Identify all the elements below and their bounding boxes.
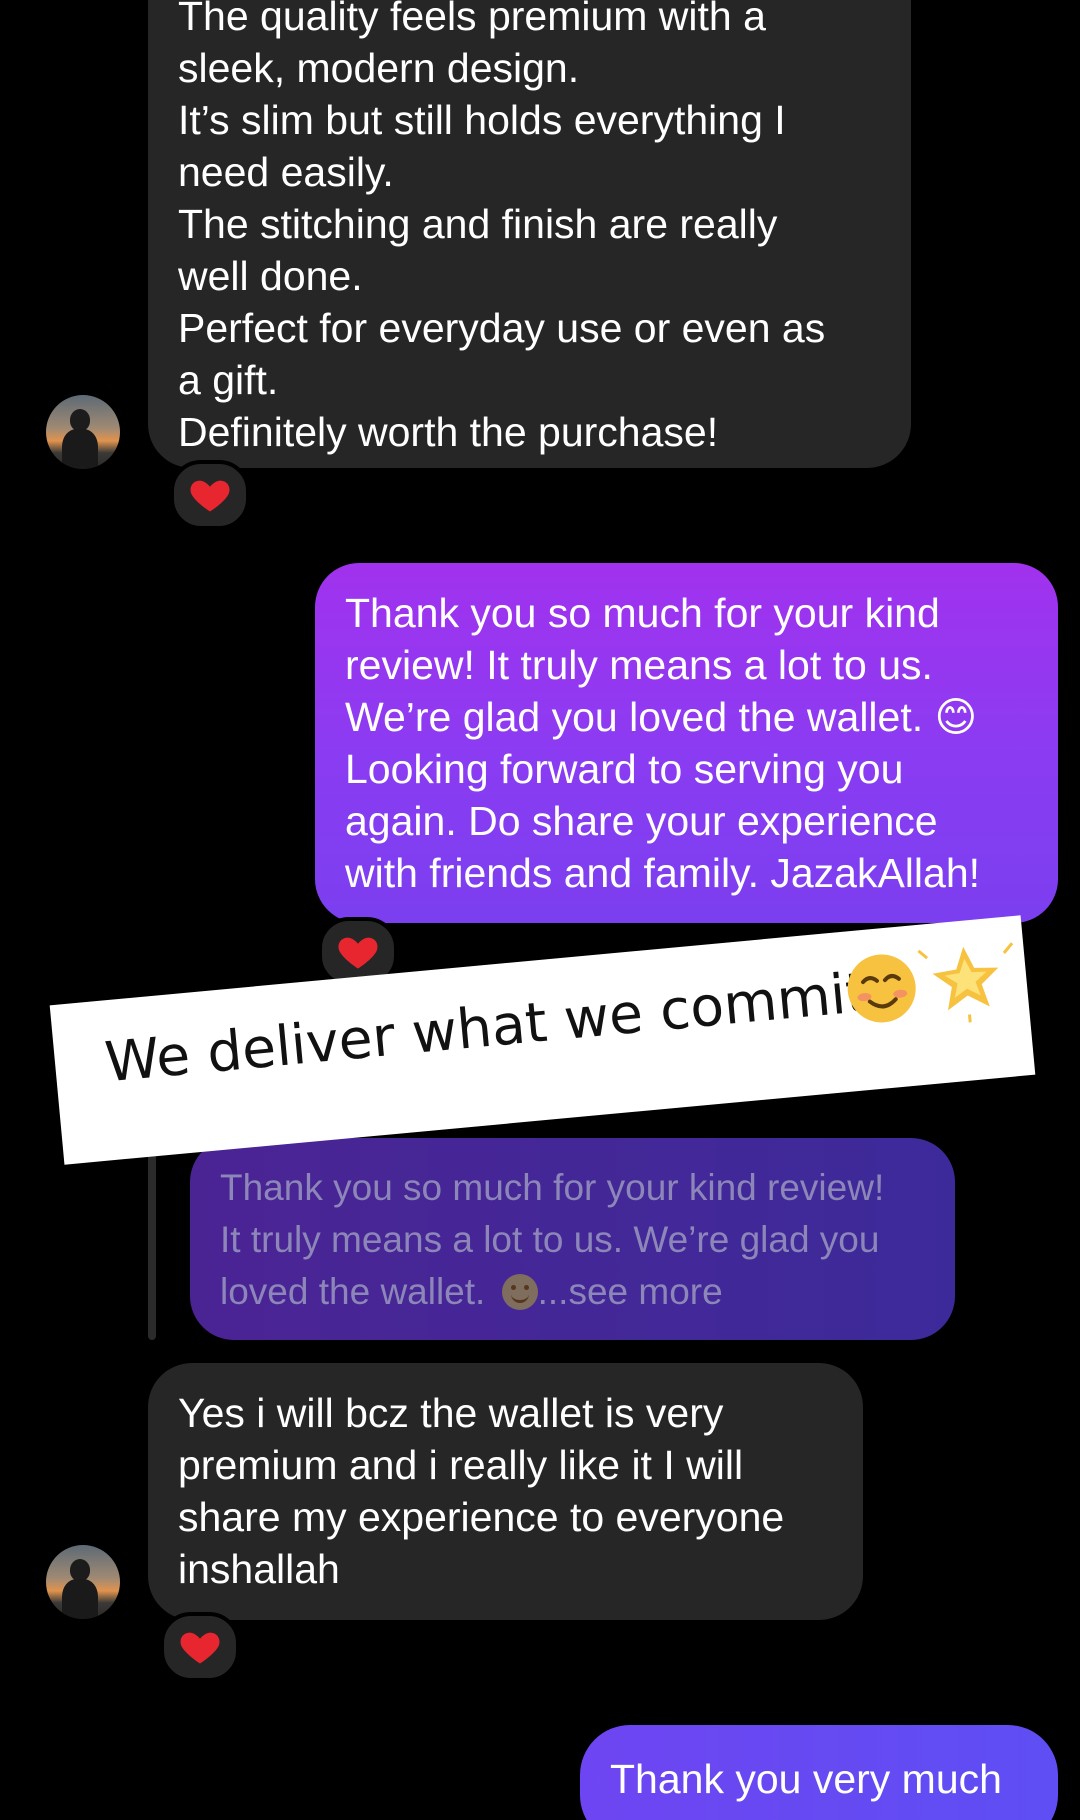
outgoing-message-final[interactable]: Thank you very much [580,1725,1058,1820]
outgoing-message-thanks[interactable]: Thank you so much for your kind review! … [315,563,1058,923]
heart-icon [338,937,378,969]
smiling-face-icon [847,954,916,1023]
quoted-line: Thank you so much for your kind review! [220,1167,885,1208]
text-sticker: We deliver what we commit [49,915,1036,1165]
incoming-message-review[interactable]: The quality feels premium with a sleek, … [148,0,911,468]
quoted-message[interactable]: Thank you so much for your kind review! … [190,1138,955,1340]
reply-quote-bar [148,1150,156,1340]
smiling-face-icon [501,1274,538,1310]
quoted-line: loved the wallet. ...see more [220,1266,925,1318]
heart-reaction[interactable] [170,460,250,530]
chat-screen: The quality feels premium with a sleek, … [0,0,1080,1820]
sticker-emojis [847,942,1014,1023]
sticker-text: We deliver what we commit [102,959,870,1095]
quoted-line: It truly means a lot to us. We’re glad y… [220,1219,880,1260]
heart-icon [180,1632,220,1664]
see-more-link[interactable]: ...see more [538,1271,723,1312]
sender-avatar[interactable] [46,1545,120,1619]
sender-avatar[interactable] [46,395,120,469]
heart-reaction[interactable] [160,1612,240,1682]
heart-icon [190,480,230,512]
glowing-star-icon [917,942,1014,1023]
quoted-line-text: loved the wallet. [220,1271,486,1312]
incoming-message-reply[interactable]: Yes i will bcz the wallet is very premiu… [148,1363,863,1620]
